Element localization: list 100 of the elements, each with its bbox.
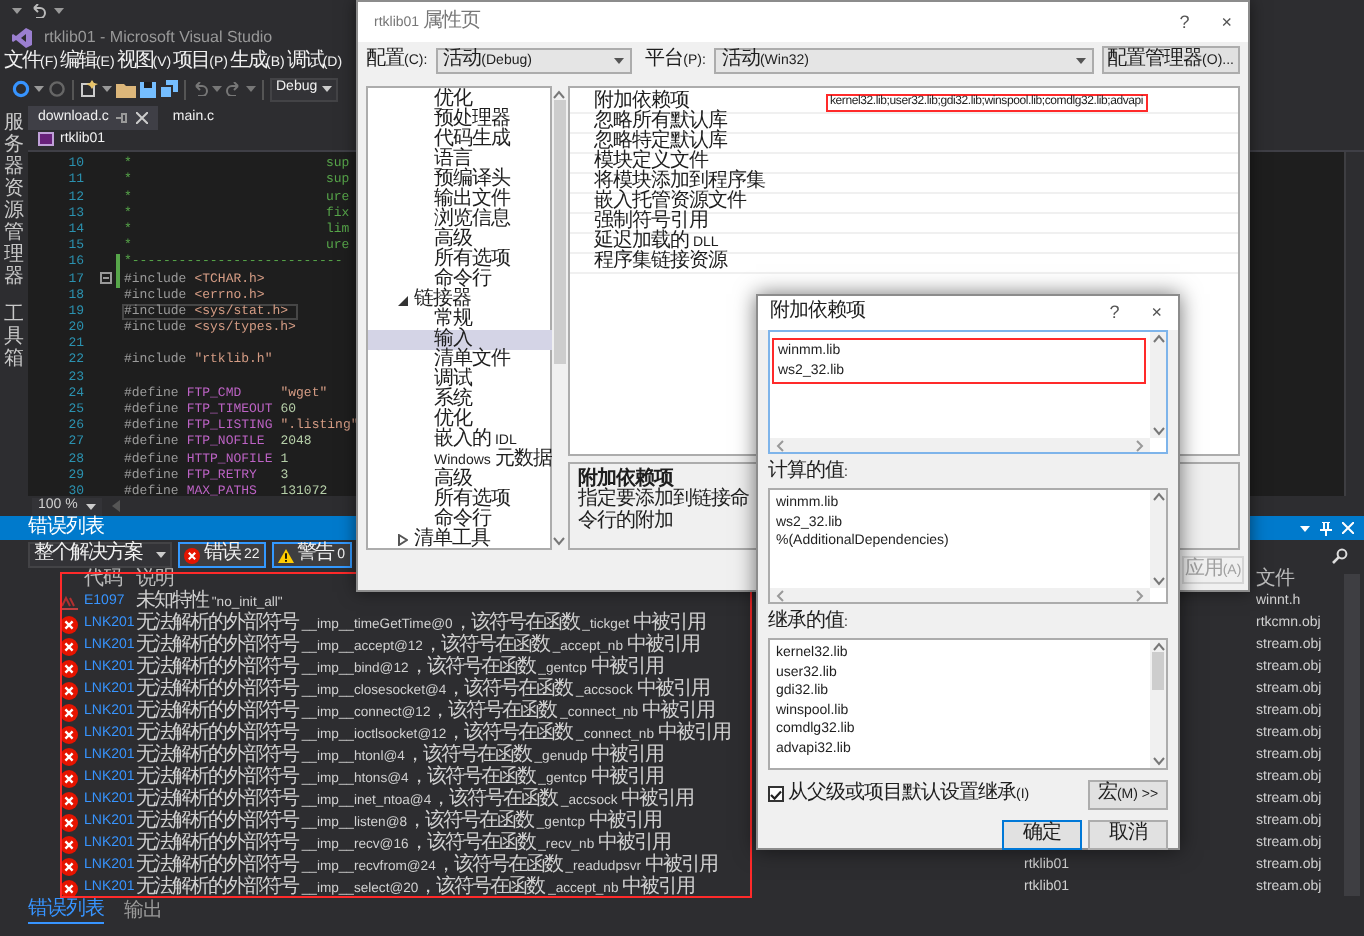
scroll-down-icon[interactable] bbox=[1151, 576, 1165, 586]
dialog-title: 附加依赖项 bbox=[770, 302, 867, 324]
error-icon bbox=[60, 792, 78, 810]
error-icon bbox=[184, 547, 200, 563]
caret-icon bbox=[613, 57, 624, 63]
folder-icon[interactable] bbox=[116, 81, 136, 97]
tree-item[interactable]: 浏览信息 bbox=[368, 210, 552, 230]
caret-icon bbox=[1075, 57, 1086, 63]
scrollbar[interactable] bbox=[1150, 640, 1166, 768]
redo-icon[interactable] bbox=[226, 82, 242, 96]
scroll-down-icon[interactable] bbox=[1151, 426, 1165, 436]
new-project-icon[interactable] bbox=[80, 80, 98, 98]
tree-item[interactable]: 优化 bbox=[368, 410, 552, 430]
caret-icon bbox=[34, 86, 44, 92]
tree-item[interactable]: 所有选项 bbox=[368, 490, 552, 510]
checkbox[interactable] bbox=[768, 786, 784, 803]
close-button[interactable]: × bbox=[1221, 11, 1232, 33]
caret-icon bbox=[85, 503, 96, 509]
visual-studio-logo-icon bbox=[12, 27, 32, 47]
undo-icon[interactable] bbox=[192, 82, 208, 96]
error-icon bbox=[60, 770, 78, 788]
tree-item[interactable]: 预编译头 bbox=[368, 170, 552, 190]
error-icon bbox=[60, 660, 78, 678]
expander-icon[interactable] bbox=[397, 534, 407, 546]
scrollbar[interactable] bbox=[770, 588, 1150, 602]
undo-icon[interactable] bbox=[30, 4, 46, 18]
tree-item[interactable]: 命令行 bbox=[368, 270, 552, 290]
error-icon bbox=[60, 814, 78, 832]
tree-item[interactable]: 链接器 bbox=[368, 290, 552, 310]
tree-item[interactable]: 系统 bbox=[368, 390, 552, 410]
scroll-up-icon[interactable] bbox=[552, 90, 567, 100]
tree-item[interactable]: 语言 bbox=[368, 150, 552, 170]
pin-icon[interactable] bbox=[116, 112, 129, 124]
scrollbar[interactable] bbox=[1150, 332, 1166, 438]
ok-button[interactable]: 确定 bbox=[1002, 820, 1082, 850]
warning-icon bbox=[277, 547, 294, 563]
tree-item[interactable]: 输出文件 bbox=[368, 190, 552, 210]
scope-dropdown[interactable]: 整个解决方案 bbox=[28, 542, 172, 568]
scroll-down-icon[interactable] bbox=[552, 536, 567, 546]
search-icon[interactable] bbox=[1332, 547, 1348, 563]
error-icon bbox=[60, 704, 78, 722]
collapse-icon[interactable] bbox=[100, 272, 112, 285]
tree-item[interactable]: 清单文件 bbox=[368, 350, 552, 370]
tree-item[interactable]: 高级 bbox=[368, 470, 552, 490]
save-all-icon[interactable] bbox=[160, 80, 178, 98]
panel-title: 错误列表 bbox=[28, 517, 104, 539]
help-button[interactable]: ? bbox=[1179, 11, 1190, 33]
cancel-button[interactable]: 取消 bbox=[1088, 820, 1168, 850]
tree-item[interactable]: 调试 bbox=[368, 370, 552, 390]
scrollbar[interactable] bbox=[1150, 490, 1166, 588]
error-icon bbox=[60, 682, 78, 700]
tree-item[interactable]: 高级 bbox=[368, 230, 552, 250]
property-name: 程序集链接资源 bbox=[592, 252, 730, 274]
error-icon bbox=[60, 858, 78, 876]
scroll-left-icon[interactable] bbox=[776, 439, 784, 451]
save-icon[interactable] bbox=[140, 81, 156, 97]
panel-tab[interactable]: 错误列表 bbox=[28, 900, 104, 924]
scrollbar[interactable] bbox=[551, 88, 568, 548]
caret-icon bbox=[156, 552, 166, 558]
caret-icon bbox=[102, 86, 112, 92]
tree-item[interactable]: 预处理器 bbox=[368, 110, 552, 130]
expander-icon[interactable] bbox=[397, 295, 407, 305]
caret-icon bbox=[246, 86, 256, 92]
error-icon bbox=[60, 616, 78, 634]
tree-item[interactable]: 代码生成 bbox=[368, 130, 552, 150]
scroll-down-icon[interactable] bbox=[1151, 756, 1165, 766]
tree-item[interactable]: 输入 bbox=[368, 330, 552, 350]
tree-item[interactable]: 清单工具 bbox=[368, 530, 552, 550]
column-header[interactable]: 文件 bbox=[1256, 570, 1340, 592]
project-icon bbox=[38, 132, 54, 147]
tree-item[interactable]: 命令行 bbox=[368, 510, 552, 530]
close-button[interactable]: × bbox=[1151, 302, 1162, 324]
side-tab[interactable]: 工具箱 bbox=[4, 304, 24, 370]
forward-icon[interactable] bbox=[48, 80, 66, 98]
caret-icon bbox=[212, 86, 222, 92]
side-tab[interactable]: 服务器资源管理器 bbox=[4, 112, 24, 288]
scroll-up-icon[interactable] bbox=[1151, 492, 1165, 502]
panel-tab[interactable]: 输出 bbox=[124, 901, 162, 923]
caret-icon[interactable] bbox=[54, 8, 64, 14]
scroll-up-icon[interactable] bbox=[1151, 334, 1165, 344]
error-icon bbox=[60, 836, 78, 854]
tree-item[interactable]: 常规 bbox=[368, 310, 552, 330]
error-icon bbox=[60, 748, 78, 766]
caret-icon[interactable] bbox=[12, 8, 22, 14]
scrollbar[interactable] bbox=[770, 438, 1150, 452]
caret-icon[interactable] bbox=[1300, 525, 1310, 531]
tree-item[interactable]: 所有选项 bbox=[368, 250, 552, 270]
close-icon[interactable] bbox=[136, 112, 149, 124]
scroll-left-icon[interactable] bbox=[776, 589, 784, 601]
code-error-icon bbox=[60, 596, 78, 610]
error-icon bbox=[60, 638, 78, 656]
help-button[interactable]: ? bbox=[1109, 302, 1120, 324]
caret-icon bbox=[321, 86, 332, 92]
scroll-right-icon[interactable] bbox=[1136, 439, 1144, 451]
scroll-right-icon[interactable] bbox=[1136, 589, 1144, 601]
window-title: rtklib01 - Microsoft Visual Studio bbox=[44, 27, 273, 47]
back-icon[interactable] bbox=[12, 80, 30, 98]
tree-item[interactable]: 优化 bbox=[368, 90, 552, 110]
scroll-up-icon[interactable] bbox=[1151, 642, 1165, 652]
scrollbar[interactable] bbox=[1344, 152, 1364, 496]
